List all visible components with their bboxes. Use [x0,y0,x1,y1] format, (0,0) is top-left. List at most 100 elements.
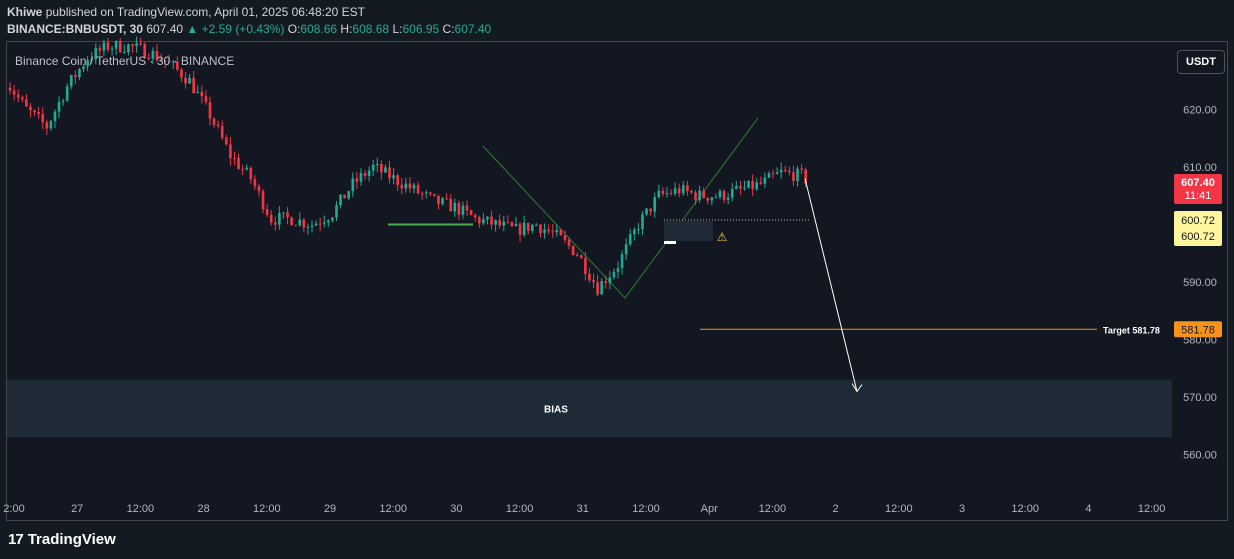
candle-body [653,197,657,212]
candle-body [363,173,367,176]
x-tick-label: 2:00 [3,503,24,515]
price-chart[interactable]: BIAS ⚠Target 581.78 620.00610.00600.0059… [0,0,1234,559]
y-tick-label: 570.00 [1183,392,1217,404]
candle-body [74,75,77,78]
candle-body [563,235,567,240]
candle-body [131,44,134,47]
candle-body [225,137,228,145]
candle-body [196,91,200,94]
candle-body [673,188,677,194]
candle-body [604,281,608,284]
candle-body [78,69,81,78]
tradingview-wordmark: TradingView [27,531,116,548]
candle-body [783,169,787,171]
candle-body [681,185,685,194]
current-price-label: 607.40 [1181,177,1215,189]
candle-body [669,192,673,194]
candle-body [392,175,395,179]
candle-body [775,172,779,175]
x-tick-label: 28 [197,503,209,515]
candle-body [188,77,191,84]
candle-body [245,167,249,170]
candle-body [343,194,346,199]
candle-body [237,158,240,169]
candle-body [57,101,61,112]
candle-body [510,222,514,227]
candle-body [273,222,277,225]
candle-body [706,197,710,201]
candle-body [355,178,359,182]
candle-body [216,124,220,127]
x-tick-label: 31 [577,503,589,515]
candle-body [633,229,636,235]
candle-body [453,202,457,212]
x-tick-label: 12:00 [1011,503,1039,515]
candle-body [322,222,326,224]
candle-body [290,217,293,226]
bias-zone [7,379,1172,438]
candle-body [294,225,297,227]
candle-body [229,144,232,159]
candle-body [743,187,746,189]
candle-body [310,225,314,227]
candle-body [25,99,28,107]
candle-body [180,69,183,78]
candle-body [477,217,481,224]
candle-body [433,193,436,196]
candle-body [380,163,383,173]
x-tick-label: 29 [324,503,336,515]
candle-body [45,122,49,129]
countdown-label: 11:41 [1185,190,1212,202]
candle-body [282,212,285,214]
target-price-label: 581.78 [1181,324,1215,336]
candle-body [314,223,318,226]
y-tick-label: 620.00 [1183,105,1217,117]
candle-body [620,254,624,269]
candle-body [396,175,399,185]
tradingview-logo[interactable]: 17 TradingView [8,531,116,548]
candle-body [612,271,616,278]
candle-body [375,163,379,165]
candle-body [269,214,273,223]
candle-body [69,75,73,87]
x-tick-label: 4 [1085,503,1091,515]
candle-body [759,182,763,184]
candle-body [351,178,355,192]
candle-body [551,231,555,233]
candle-body [730,188,734,198]
candle-body [220,126,224,138]
currency-button[interactable]: USDT [1177,50,1225,74]
candle-body [33,110,36,113]
candle-body [600,281,603,295]
candle-body [400,184,404,189]
candle-body [331,217,334,221]
candle-body [404,183,408,189]
candle-body [41,114,45,123]
order-block-box [664,221,713,241]
candle-body [37,112,40,115]
candle-body [714,197,718,199]
candle-body [29,106,32,111]
candle-body [441,198,444,205]
y-tick-label: 560.00 [1183,450,1217,462]
candle-body [665,192,669,194]
candle-body [257,186,261,192]
candle-body [710,197,714,201]
candle-body [506,221,510,223]
candle-body [608,277,612,284]
candle-body [502,221,506,226]
candle-body [98,48,102,51]
candle-body [526,222,530,231]
candle-body [61,100,65,102]
candle-body [637,229,640,231]
candle-body [767,173,771,178]
candle-body [718,191,722,198]
candle-body [8,87,12,91]
candle-body [412,184,416,189]
candle-body [16,94,20,98]
candle-body [641,214,644,230]
level-badge-label: 600.72 [1181,231,1215,243]
candle-body [49,121,53,129]
candle-body [286,212,289,218]
candle-body [686,185,689,191]
